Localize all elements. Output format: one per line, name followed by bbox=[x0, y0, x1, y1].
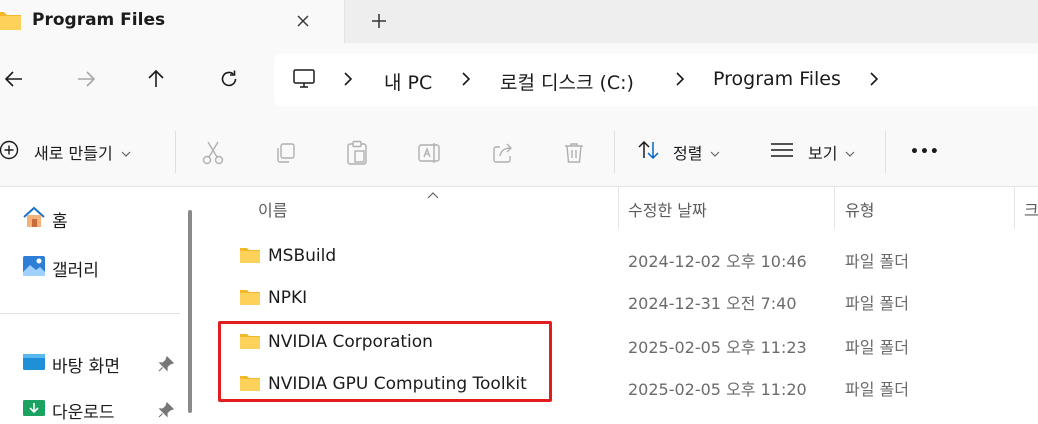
file-date: 2024-12-02 오후 10:46 bbox=[628, 252, 807, 271]
desktop-icon bbox=[22, 352, 46, 377]
tab-program-files[interactable]: Program Files bbox=[0, 0, 345, 43]
sidebar-item-downloads[interactable]: 다운로드 bbox=[22, 396, 115, 424]
computer-icon bbox=[292, 68, 316, 94]
download-icon bbox=[22, 398, 46, 423]
home-icon bbox=[22, 206, 46, 233]
toolbar-divider bbox=[614, 131, 615, 173]
sort-ascending-icon bbox=[427, 185, 439, 204]
folder-icon bbox=[0, 9, 22, 35]
new-button[interactable]: 새로 만들기 bbox=[0, 136, 131, 168]
navigation-pane: 홈 갤러리 바탕 화면 다운로드 bbox=[0, 187, 205, 423]
address-bar[interactable]: 내 PC 로컬 디스크 (C:) Program Files bbox=[274, 54, 1038, 106]
breadcrumb-program-files[interactable]: Program Files bbox=[713, 68, 841, 90]
up-arrow-icon[interactable] bbox=[142, 65, 170, 93]
file-date: 2024-12-31 오전 7:40 bbox=[628, 294, 797, 313]
more-options-button[interactable]: ••• bbox=[910, 136, 940, 168]
table-row[interactable]: MSBuild 2024-12-02 오후 10:46 파일 폴더 bbox=[206, 235, 1038, 277]
sort-label: 정렬 bbox=[673, 144, 703, 163]
column-header-type[interactable]: 유형 bbox=[845, 197, 874, 221]
column-divider[interactable] bbox=[834, 187, 835, 229]
chevron-right-icon bbox=[342, 71, 354, 91]
table-row[interactable]: NPKI 2024-12-31 오전 7:40 파일 폴더 bbox=[206, 277, 1038, 319]
rename-icon[interactable] bbox=[416, 139, 444, 167]
sidebar-item-desktop[interactable]: 바탕 화면 bbox=[22, 350, 120, 378]
back-arrow-icon[interactable] bbox=[0, 65, 28, 93]
sidebar-item-label: 다운로드 bbox=[52, 402, 115, 423]
view-label: 보기 bbox=[808, 144, 838, 163]
plus-circle-icon bbox=[0, 139, 22, 165]
chevron-down-icon bbox=[121, 143, 131, 162]
navigation-bar: 내 PC 로컬 디스크 (C:) Program Files bbox=[0, 43, 1038, 119]
file-name: NPKI bbox=[268, 288, 308, 308]
tab-bar: Program Files bbox=[0, 0, 1038, 43]
sidebar-item-gallery[interactable]: 갤러리 bbox=[22, 254, 99, 282]
folder-icon bbox=[239, 288, 261, 310]
tab-title: Program Files bbox=[32, 10, 166, 30]
column-header-size[interactable]: 크 bbox=[1024, 197, 1038, 221]
command-bar: 새로 만들기 정렬 보기 ••• bbox=[0, 119, 1038, 187]
forward-arrow-icon[interactable] bbox=[72, 65, 100, 93]
paste-icon[interactable] bbox=[343, 139, 371, 167]
sidebar-item-home[interactable]: 홈 bbox=[22, 205, 68, 233]
chevron-right-icon bbox=[460, 71, 472, 91]
file-type: 파일 폴더 bbox=[845, 338, 909, 357]
gallery-icon bbox=[22, 255, 46, 282]
chevron-down-icon bbox=[710, 143, 720, 162]
toolbar-divider bbox=[885, 131, 886, 173]
highlight-box bbox=[218, 321, 552, 402]
sidebar-item-label: 홈 bbox=[52, 211, 68, 232]
column-divider[interactable] bbox=[1014, 187, 1015, 229]
toolbar-divider bbox=[175, 131, 176, 173]
file-type: 파일 폴더 bbox=[845, 294, 909, 313]
refresh-icon[interactable] bbox=[215, 65, 243, 93]
sidebar-divider bbox=[0, 313, 180, 314]
folder-icon bbox=[239, 246, 261, 268]
close-icon[interactable] bbox=[290, 8, 316, 34]
file-date: 2025-02-05 오후 11:23 bbox=[628, 338, 807, 357]
column-header-date[interactable]: 수정한 날짜 bbox=[628, 197, 707, 221]
breadcrumb-local-disk[interactable]: 로컬 디스크 (C:) bbox=[500, 68, 634, 95]
chevron-right-icon[interactable] bbox=[868, 71, 880, 91]
sidebar-item-label: 갤러리 bbox=[52, 260, 99, 281]
view-list-icon bbox=[770, 141, 794, 163]
sidebar-scrollbar[interactable] bbox=[188, 210, 192, 413]
breadcrumb-this-pc[interactable]: 내 PC bbox=[384, 68, 432, 95]
file-type: 파일 폴더 bbox=[845, 252, 909, 271]
file-date: 2025-02-05 오후 11:20 bbox=[628, 380, 807, 399]
delete-icon[interactable] bbox=[560, 139, 588, 167]
copy-icon[interactable] bbox=[271, 139, 299, 167]
cut-icon[interactable] bbox=[199, 139, 227, 167]
column-divider[interactable] bbox=[618, 187, 619, 229]
chevron-down-icon bbox=[845, 143, 855, 162]
sort-icon bbox=[637, 139, 661, 165]
file-type: 파일 폴더 bbox=[845, 380, 909, 399]
sidebar-item-label: 바탕 화면 bbox=[52, 356, 120, 377]
file-name: MSBuild bbox=[268, 246, 337, 266]
column-header-name[interactable]: 이름 bbox=[258, 197, 287, 221]
sort-button[interactable]: 정렬 bbox=[637, 136, 720, 168]
new-tab-button[interactable] bbox=[366, 8, 392, 34]
pin-icon[interactable] bbox=[158, 355, 175, 376]
share-icon[interactable] bbox=[489, 139, 517, 167]
view-button[interactable]: 보기 bbox=[770, 136, 855, 168]
chevron-right-icon bbox=[674, 71, 686, 91]
pin-icon[interactable] bbox=[158, 401, 175, 422]
new-button-label: 새로 만들기 bbox=[34, 144, 113, 163]
